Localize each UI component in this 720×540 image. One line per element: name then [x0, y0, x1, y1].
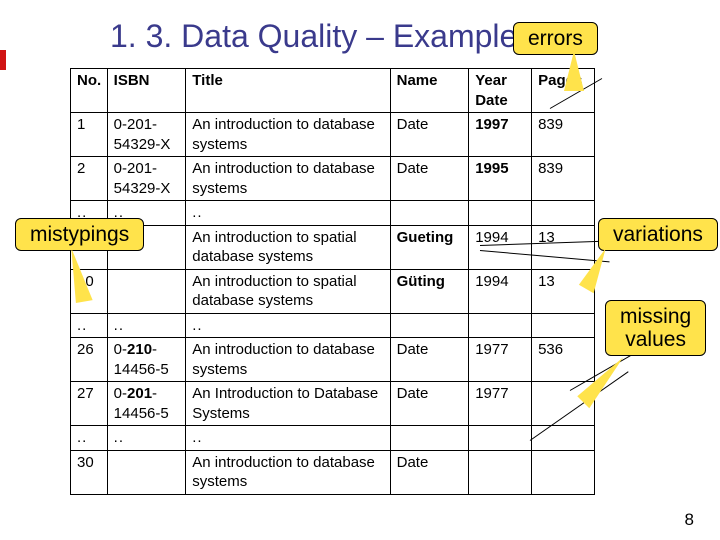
- cell-name: Güting: [390, 269, 469, 313]
- cell-pages: [532, 201, 595, 226]
- cell-no: 26: [71, 338, 108, 382]
- cell-title: An introduction to spatial database syst…: [186, 269, 390, 313]
- cell-isbn: ..: [107, 426, 186, 451]
- cell-name: Date: [390, 382, 469, 426]
- callout-errors-label: errors: [528, 27, 583, 50]
- cell-no: 30: [71, 450, 108, 494]
- cell-title: An introduction to database systems: [186, 157, 390, 201]
- cell-name: [390, 201, 469, 226]
- cell-year: 1997: [469, 113, 532, 157]
- table-row: ......: [71, 426, 595, 451]
- cell-isbn: ..: [107, 313, 186, 338]
- cell-pages: 839: [532, 113, 595, 157]
- cell-isbn: 0-201-54329-X: [107, 113, 186, 157]
- cell-year: 1995: [469, 157, 532, 201]
- th-year: Year Date: [469, 69, 532, 113]
- cell-title: ..: [186, 201, 390, 226]
- accent-bar: [0, 50, 6, 70]
- callout-mistypings: mistypings: [15, 218, 144, 251]
- table-row: 260-210-14456-5An introduction to databa…: [71, 338, 595, 382]
- data-table: No. ISBN Title Name Year Date Pages 10-2…: [70, 68, 595, 495]
- cell-year: [469, 313, 532, 338]
- table-row: 10An introduction to spatial database sy…: [71, 269, 595, 313]
- cell-title: An introduction to database systems: [186, 450, 390, 494]
- cell-no: 27: [71, 382, 108, 426]
- cell-no: ..: [71, 426, 108, 451]
- table-row: ......: [71, 201, 595, 226]
- cell-isbn: [107, 450, 186, 494]
- callout-variations-label: variations: [613, 223, 703, 246]
- table-header-row: No. ISBN Title Name Year Date Pages: [71, 69, 595, 113]
- cell-title: ..: [186, 426, 390, 451]
- cell-no: 1: [71, 113, 108, 157]
- cell-no: 2: [71, 157, 108, 201]
- table-row: 30 An introduction to database systemsDat…: [71, 450, 595, 494]
- cell-isbn: 0-201-54329-X: [107, 157, 186, 201]
- table-row: ......: [71, 313, 595, 338]
- cell-year: 1977: [469, 382, 532, 426]
- page-number: 8: [685, 510, 694, 530]
- cell-isbn: 0-210-14456-5: [107, 338, 186, 382]
- cell-name: Date: [390, 157, 469, 201]
- callout-missing-label: missingvalues: [620, 305, 691, 351]
- data-table-wrap: No. ISBN Title Name Year Date Pages 10-2…: [70, 68, 595, 495]
- cell-isbn: 0-201-14456-5: [107, 382, 186, 426]
- cell-pages: 13: [532, 225, 595, 269]
- cell-year: 1994: [469, 269, 532, 313]
- cell-year: [469, 201, 532, 226]
- cell-pages: 839: [532, 157, 595, 201]
- th-title: Title: [186, 69, 390, 113]
- cell-pages: [532, 313, 595, 338]
- th-isbn: ISBN: [107, 69, 186, 113]
- callout-variations: variations: [598, 218, 718, 251]
- cell-pages: 536: [532, 338, 595, 382]
- slide-title: 1. 3. Data Quality – Example: [110, 18, 517, 55]
- cell-title: An Introduction to Database Systems: [186, 382, 390, 426]
- cell-title: An introduction to spatial database syst…: [186, 225, 390, 269]
- table-row: 20-201-54329-XAn introduction to databas…: [71, 157, 595, 201]
- cell-year: [469, 426, 532, 451]
- table-body: 10-201-54329-XAn introduction to databas…: [71, 113, 595, 495]
- callout-missing-values: missingvalues: [605, 300, 706, 356]
- callout-errors: errors: [513, 22, 598, 55]
- cell-name: [390, 313, 469, 338]
- th-no: No.: [71, 69, 108, 113]
- table-row: 270-201-14456-5An Introduction to Databa…: [71, 382, 595, 426]
- cell-title: ..: [186, 313, 390, 338]
- cell-year: 1994: [469, 225, 532, 269]
- cell-no: ..: [71, 313, 108, 338]
- cell-year: [469, 450, 532, 494]
- cell-name: Date: [390, 338, 469, 382]
- cell-title: An introduction to database systems: [186, 338, 390, 382]
- table-row: 10-201-54329-XAn introduction to databas…: [71, 113, 595, 157]
- table-row: 9An introduction to spatial database sys…: [71, 225, 595, 269]
- cell-name: Date: [390, 113, 469, 157]
- th-name: Name: [390, 69, 469, 113]
- cell-pages: [532, 450, 595, 494]
- cell-pages: [532, 426, 595, 451]
- cell-isbn: [107, 269, 186, 313]
- cell-name: Date: [390, 450, 469, 494]
- cell-name: [390, 426, 469, 451]
- cell-year: 1977: [469, 338, 532, 382]
- cell-name: Gueting: [390, 225, 469, 269]
- cell-title: An introduction to database systems: [186, 113, 390, 157]
- callout-mistypings-label: mistypings: [30, 223, 129, 246]
